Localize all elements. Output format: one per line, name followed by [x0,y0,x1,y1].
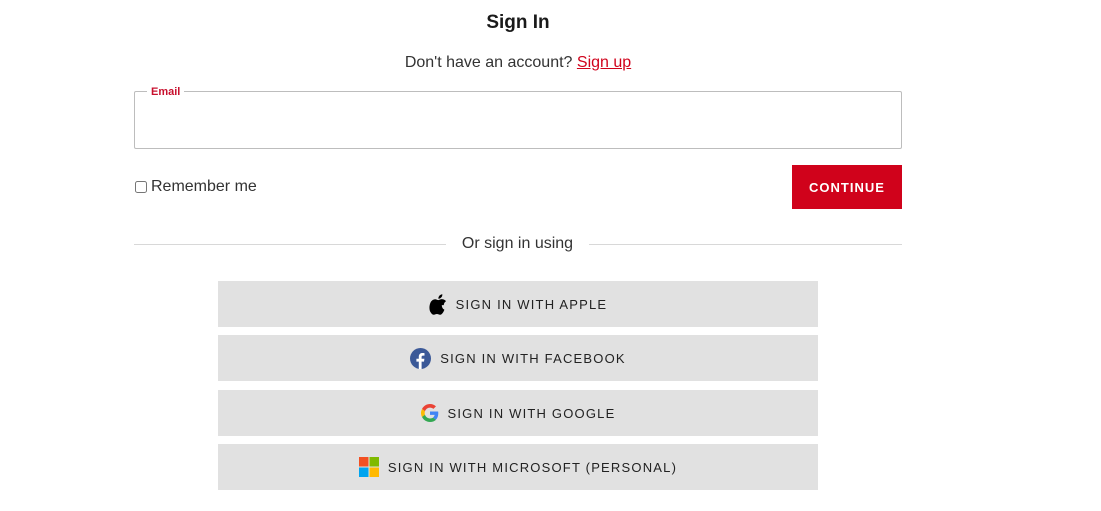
remember-me-checkbox[interactable] [135,181,147,193]
facebook-icon [410,347,432,369]
signup-link[interactable]: Sign up [577,54,631,71]
signup-prompt-text: Don't have an account? [404,54,573,71]
signup-prompt-line: Don't have an account? Sign up [0,54,1036,72]
apple-icon [429,293,447,315]
sign-in-google-button[interactable]: SIGN IN WITH GOOGLE [218,390,818,436]
or-divider: Or sign in using [134,235,902,255]
sign-in-microsoft-label: SIGN IN WITH MICROSOFT (PERSONAL) [387,459,678,475]
sign-in-facebook-button[interactable]: SIGN IN WITH FACEBOOK [218,335,818,381]
sign-in-apple-button[interactable]: SIGN IN WITH APPLE [218,281,818,327]
remember-me-label: Remember me [151,178,257,195]
email-field-container: Email [134,85,902,149]
email-field[interactable] [135,92,901,148]
sign-in-google-label: SIGN IN WITH GOOGLE [447,405,616,421]
page-title: Sign In [486,12,550,33]
sign-in-apple-label: SIGN IN WITH APPLE [455,296,608,312]
google-icon [420,404,439,422]
sign-in-microsoft-button[interactable]: SIGN IN WITH MICROSOFT (PERSONAL) [218,444,818,490]
continue-button[interactable]: CONTINUE [792,165,902,209]
divider-line-right [589,244,902,245]
divider-text: Or sign in using [461,235,574,252]
microsoft-icon [358,457,379,477]
divider-line-left [134,244,446,245]
remember-me[interactable]: Remember me [134,178,257,196]
sign-in-facebook-label: SIGN IN WITH FACEBOOK [440,350,626,366]
sign-in-page: Sign In Don't have an account? Sign up E… [0,0,1101,511]
